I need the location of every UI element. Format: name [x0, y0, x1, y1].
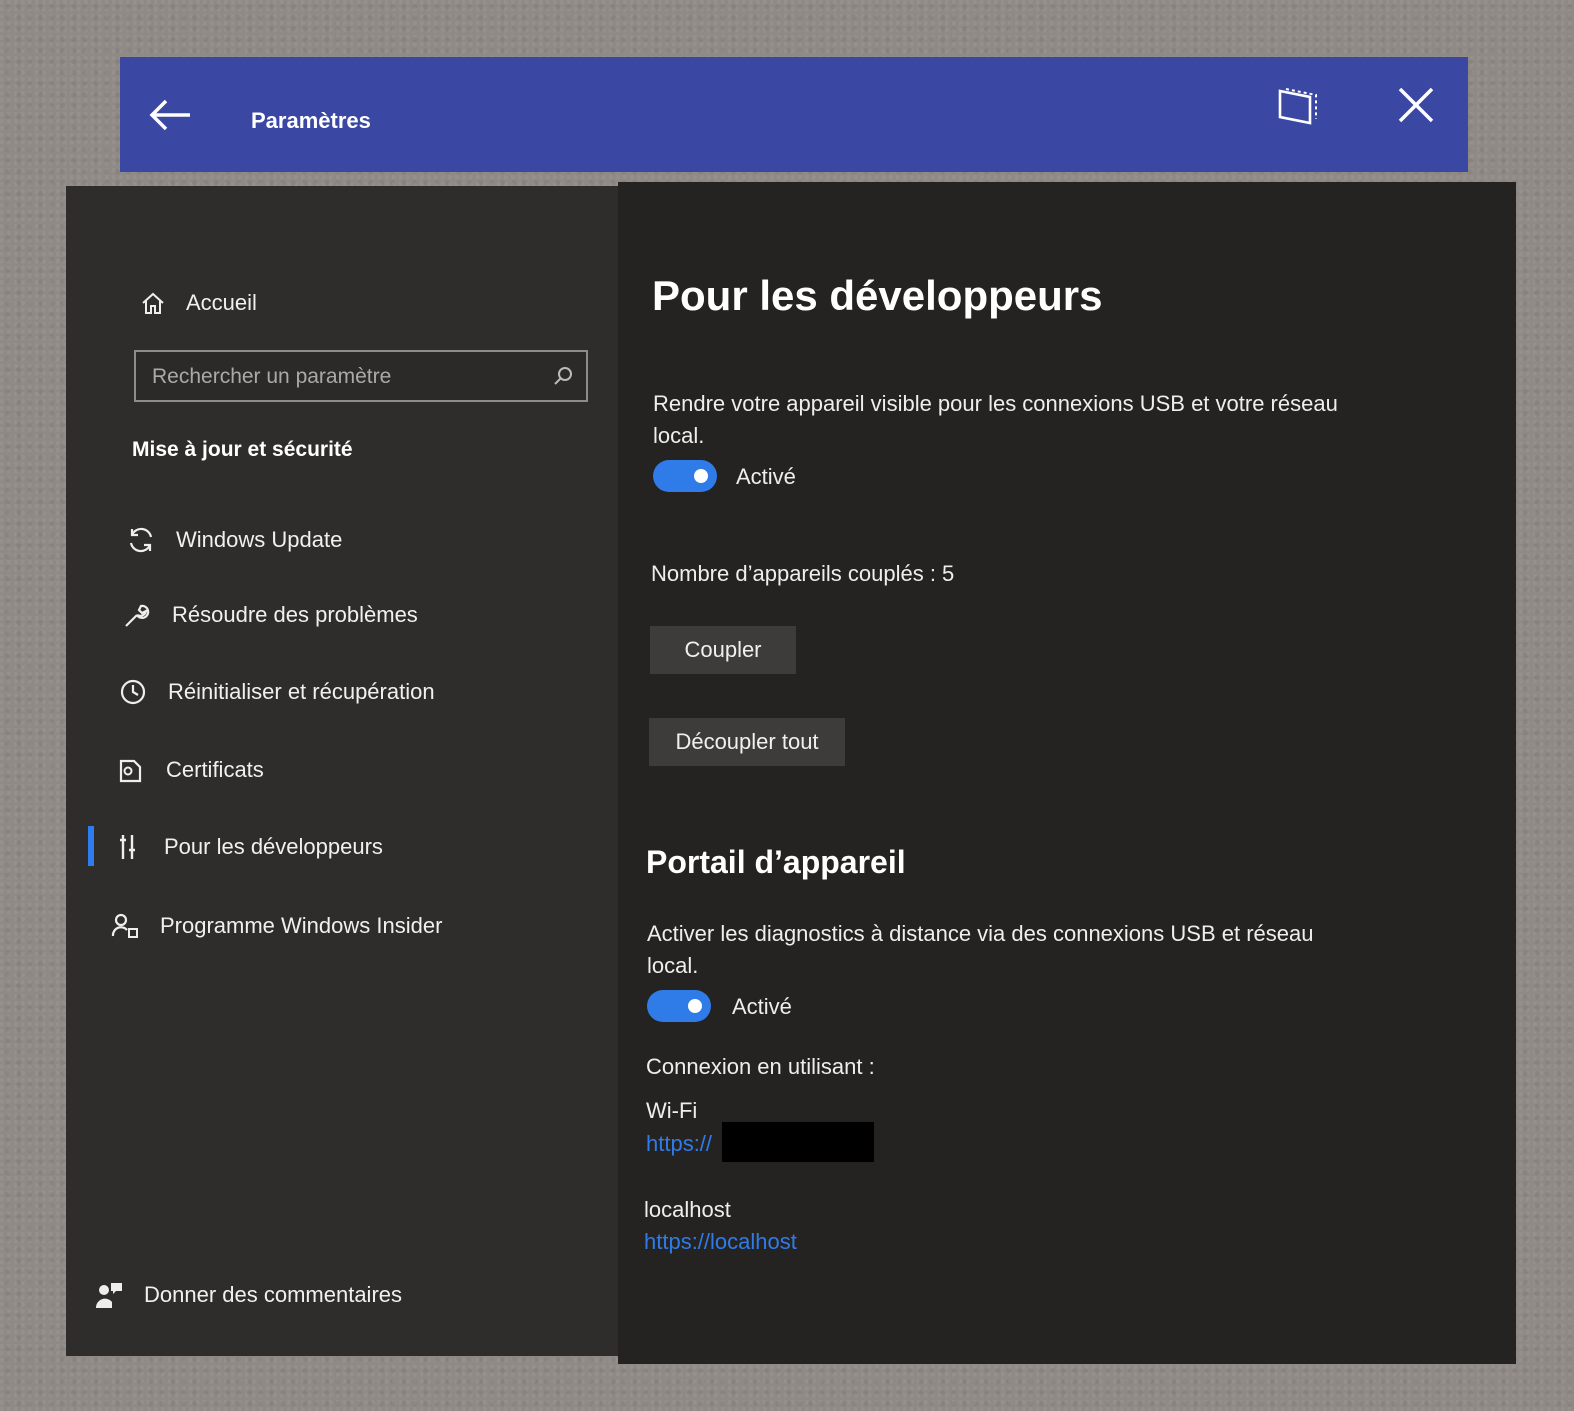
unpair-all-button[interactable]: Découpler tout	[649, 718, 845, 766]
toggle-knob	[688, 999, 702, 1013]
sidebar-item-label: Certificats	[166, 757, 264, 782]
device-discovery-toggle-label: Activé	[736, 464, 796, 489]
close-button[interactable]	[1394, 83, 1438, 127]
sidebar-home-label: Accueil	[186, 290, 257, 315]
sidebar-item-label: Windows Update	[176, 527, 343, 552]
pair-button[interactable]: Coupler	[650, 626, 796, 674]
close-icon	[1398, 87, 1434, 123]
sidebar-item-label: Pour les développeurs	[164, 834, 383, 859]
device-portal-title: Portail d’appareil	[646, 844, 906, 880]
search-input[interactable]	[150, 352, 554, 402]
sidebar-item-troubleshoot[interactable]: Résoudre des problèmes	[122, 600, 418, 630]
back-arrow-icon	[149, 99, 190, 131]
redacted-ip-address	[722, 1122, 874, 1162]
device-discovery-toggle[interactable]	[653, 460, 717, 492]
developer-tools-icon	[120, 835, 135, 859]
feedback-button[interactable]: Donner des commentaires	[94, 1280, 402, 1310]
sidebar-item-home[interactable]: Accueil	[140, 290, 257, 316]
history-icon	[120, 679, 146, 705]
app-title: Paramètres	[251, 108, 371, 133]
sidebar: Accueil Mise à jour et sécurité Windows …	[66, 186, 618, 1356]
wrench-icon	[125, 604, 150, 627]
home-icon	[142, 292, 164, 314]
follow-me-button[interactable]	[1274, 83, 1322, 127]
localhost-url-link[interactable]: https://localhost	[644, 1229, 797, 1255]
localhost-label: localhost	[644, 1197, 731, 1222]
wifi-url-link[interactable]: https://	[646, 1131, 712, 1157]
sidebar-item-windows-update[interactable]: Windows Update	[126, 525, 342, 555]
sidebar-item-recovery[interactable]: Réinitialiser et récupération	[118, 677, 435, 707]
refresh-icon	[129, 527, 153, 553]
feedback-icon	[95, 1283, 122, 1308]
sidebar-item-developers[interactable]: Pour les développeurs	[114, 832, 383, 862]
sidebar-item-certificates[interactable]: Certificats	[116, 755, 264, 785]
device-portal-description: Activer les diagnostics à distance via d…	[647, 921, 1314, 978]
section-title: Mise à jour et sécurité	[132, 438, 353, 461]
insider-icon	[111, 913, 138, 938]
sidebar-item-label: Programme Windows Insider	[160, 913, 443, 938]
certificate-icon	[119, 759, 142, 783]
sidebar-item-label: Résoudre des problèmes	[172, 602, 418, 627]
toggle-knob	[694, 469, 708, 483]
main-content: Pour les développeurs Rendre votre appar…	[618, 182, 1516, 1364]
page-title: Pour les développeurs	[652, 272, 1103, 319]
title-bar: Paramètres	[120, 57, 1468, 172]
sidebar-item-label: Réinitialiser et récupération	[168, 679, 435, 704]
connect-using-label: Connexion en utilisant :	[646, 1054, 875, 1079]
back-button[interactable]	[146, 95, 194, 135]
search-field[interactable]	[134, 350, 588, 402]
feedback-label: Donner des commentaires	[144, 1282, 403, 1307]
device-portal-toggle-label: Activé	[732, 994, 792, 1019]
selected-indicator	[88, 826, 94, 866]
search-icon	[554, 367, 572, 385]
wifi-label: Wi-Fi	[646, 1098, 698, 1123]
follow-me-icon	[1278, 88, 1317, 125]
sidebar-item-insider[interactable]: Programme Windows Insider	[110, 911, 442, 941]
device-discovery-description: Rendre votre appareil visible pour les c…	[653, 391, 1338, 448]
device-portal-toggle[interactable]	[647, 990, 711, 1022]
paired-devices-count: Nombre d’appareils couplés : 5	[651, 561, 955, 586]
